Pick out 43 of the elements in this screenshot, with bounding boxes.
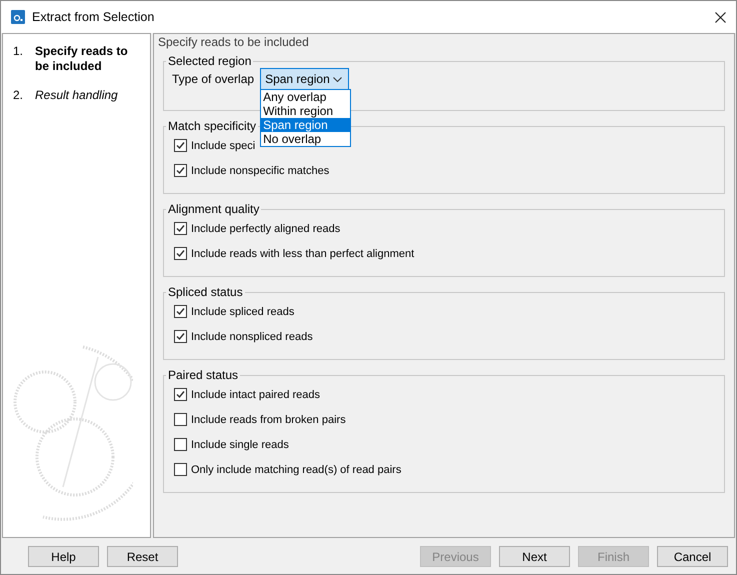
close-icon[interactable] (715, 12, 726, 22)
dialog-button[interactable]: Help (28, 546, 99, 567)
wizard-step[interactable]: Specify reads to be included (35, 44, 144, 74)
checkbox-label[interactable]: Include nonspecific matches (191, 164, 330, 176)
caret-icon (333, 76, 342, 82)
checkbox-label[interactable]: Include intact paired reads (191, 388, 320, 400)
dropdown-option[interactable]: No overlap (261, 132, 350, 146)
group-title: Spliced status (167, 285, 244, 299)
step-number: 1. (13, 44, 24, 60)
checkbox[interactable] (174, 139, 187, 152)
group-title: Paired status (167, 368, 240, 382)
dropdown-option[interactable]: Span region (261, 118, 350, 132)
checkbox[interactable] (174, 164, 187, 177)
group-title: Alignment quality (167, 202, 260, 216)
checkbox[interactable] (174, 463, 187, 476)
checkbox-label[interactable]: Include speci (191, 140, 256, 152)
wizard-step[interactable]: Result handling (35, 88, 118, 103)
checkbox-label[interactable]: Include perfectly aligned reads (191, 222, 340, 234)
checkbox[interactable] (174, 388, 187, 401)
checkbox-label[interactable]: Include single reads (191, 438, 289, 450)
group-title: Selected region (167, 54, 252, 68)
dialog-button[interactable]: Next (499, 546, 570, 567)
dropdown-option[interactable]: Within region (261, 104, 350, 118)
checkbox-label[interactable]: Only include matching read(s) of read pairs (191, 464, 402, 476)
checkbox-label[interactable]: Include spliced reads (191, 306, 294, 318)
dialog-button[interactable]: Cancel (657, 546, 728, 567)
group-title: Match specificity (167, 119, 258, 133)
checkbox-label[interactable]: Include nonspliced reads (191, 330, 313, 342)
window-title: Extract from Selection (32, 10, 156, 24)
panel-title: Specify reads to be included (158, 34, 310, 51)
checkbox-label[interactable]: Include reads with less than perfect alignment (191, 248, 414, 260)
app-icon (11, 10, 25, 24)
checkbox[interactable] (174, 222, 187, 235)
checkbox[interactable] (174, 438, 187, 451)
checkbox[interactable] (174, 330, 187, 343)
checkbox-label[interactable]: Include reads from broken pairs (191, 414, 346, 426)
checkbox[interactable] (174, 247, 187, 260)
checkbox[interactable] (174, 305, 187, 318)
dropdown-option[interactable]: Any overlap (261, 90, 350, 104)
field-label: Type of overlap (172, 72, 254, 86)
dialog-button[interactable]: Reset (107, 546, 178, 567)
step-number: 2. (13, 88, 24, 103)
checkbox[interactable] (174, 413, 187, 426)
